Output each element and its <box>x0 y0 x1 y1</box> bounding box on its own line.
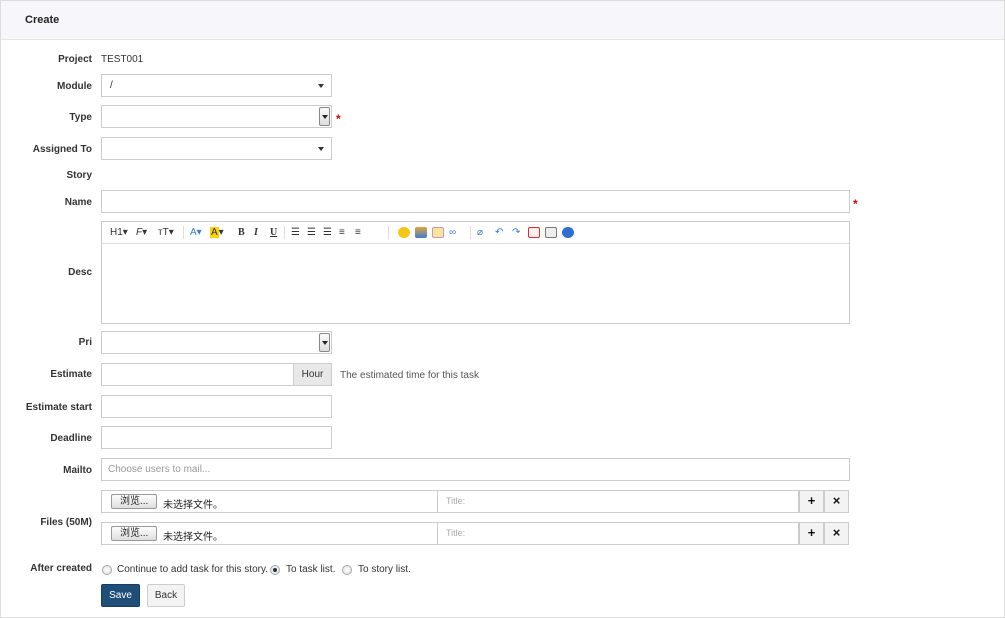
align-left-icon[interactable]: ☰ <box>291 226 300 240</box>
add-file-button[interactable]: + <box>799 522 824 545</box>
toolbar-divider <box>388 226 389 239</box>
files-label: Files (50M) <box>40 517 92 528</box>
mailto-input[interactable]: Choose users to mail... <box>101 458 850 481</box>
file-status: 未选择文件。 <box>163 500 223 511</box>
radio-task-list[interactable] <box>270 565 280 575</box>
radio-continue-label[interactable]: Continue to add task for this story. <box>117 564 268 575</box>
unordered-list-icon[interactable]: ≡ <box>355 226 361 240</box>
font-color-button[interactable]: A▾ <box>190 226 202 240</box>
estimate-start-label: Estimate start <box>25 402 92 413</box>
file-status: 未选择文件。 <box>163 532 223 543</box>
editor-toolbar: H1▾ F▾ тT▾ A▾ A▾ B I U ☰ ☰ ☰ ≡ ≡ ∞ ⌀ ↶ ↷ <box>102 222 849 244</box>
file-title-input[interactable]: Title: <box>438 490 799 513</box>
chevron-down-icon <box>318 147 324 151</box>
undo-icon[interactable]: ↶ <box>495 226 503 240</box>
media-icon[interactable] <box>432 227 444 238</box>
underline-button[interactable]: U <box>270 226 277 240</box>
align-center-icon[interactable]: ☰ <box>307 226 316 240</box>
italic-button[interactable]: I <box>254 226 258 240</box>
pri-select[interactable] <box>101 331 332 354</box>
radio-task-list-label[interactable]: To task list. <box>286 564 335 575</box>
emoticon-icon[interactable] <box>398 227 410 238</box>
remove-file-button[interactable]: × <box>824 490 849 513</box>
assigned-to-select[interactable] <box>101 137 332 160</box>
panel-header: Create <box>1 1 1004 40</box>
module-selected-value: / <box>110 80 113 91</box>
toolbar-divider <box>284 226 285 239</box>
file-title-input[interactable]: Title: <box>438 522 799 545</box>
project-value: TEST001 <box>101 54 144 65</box>
align-right-icon[interactable]: ☰ <box>323 226 332 240</box>
ordered-list-icon[interactable]: ≡ <box>339 226 345 240</box>
radio-story-list[interactable] <box>342 565 352 575</box>
estimate-unit: Hour <box>294 363 332 386</box>
help-icon[interactable] <box>562 227 574 238</box>
toolbar-divider <box>183 226 184 239</box>
radio-continue[interactable] <box>102 565 112 575</box>
type-label: Type <box>69 112 92 123</box>
required-marker: * <box>336 112 341 126</box>
required-marker: * <box>853 197 858 211</box>
desc-editor[interactable]: H1▾ F▾ тT▾ A▾ A▾ B I U ☰ ☰ ☰ ≡ ≡ ∞ ⌀ ↶ ↷ <box>101 221 850 324</box>
estimate-start-input[interactable] <box>101 395 332 418</box>
project-label: Project <box>58 54 92 65</box>
font-size-button[interactable]: тT▾ <box>158 226 174 240</box>
fullscreen-icon[interactable] <box>528 227 540 238</box>
radio-story-list-label[interactable]: To story list. <box>358 564 411 575</box>
font-family-button[interactable]: F▾ <box>136 226 147 240</box>
module-select[interactable]: / <box>101 74 332 97</box>
file-input-row: 浏览... 未选择文件。 <box>101 490 438 513</box>
create-panel: Create Project TEST001 Module / Type * A… <box>0 0 1005 618</box>
toolbar-divider <box>470 226 471 239</box>
type-select[interactable] <box>101 105 332 128</box>
save-button[interactable]: Save <box>101 584 140 607</box>
file-input-row: 浏览... 未选择文件。 <box>101 522 438 545</box>
assigned-to-label: Assigned To <box>32 144 92 155</box>
eraser-icon[interactable]: ⌀ <box>477 226 483 240</box>
page-title: Create <box>25 14 60 26</box>
browse-button[interactable]: 浏览... <box>111 526 158 541</box>
redo-icon[interactable]: ↷ <box>512 226 520 240</box>
back-button[interactable]: Back <box>147 584 185 607</box>
browse-button[interactable]: 浏览... <box>111 494 158 509</box>
background-color-button[interactable]: A▾ <box>210 226 224 240</box>
dropdown-arrow-icon <box>319 107 330 126</box>
deadline-label: Deadline <box>50 433 92 444</box>
mailto-label: Mailto <box>63 465 92 476</box>
bold-button[interactable]: B <box>238 226 245 240</box>
deadline-input[interactable] <box>101 426 332 449</box>
remove-file-button[interactable]: × <box>824 522 849 545</box>
pri-label: Pri <box>78 337 92 348</box>
dropdown-arrow-icon <box>319 333 330 352</box>
desc-label: Desc <box>68 267 92 278</box>
name-label: Name <box>64 197 92 208</box>
chevron-down-icon <box>318 84 324 88</box>
add-file-button[interactable]: + <box>799 490 824 513</box>
link-icon[interactable]: ∞ <box>449 226 456 240</box>
after-created-label: After created <box>30 563 92 574</box>
heading-button[interactable]: H1▾ <box>110 226 128 240</box>
estimate-label: Estimate <box>50 369 92 380</box>
module-label: Module <box>57 81 92 92</box>
image-icon[interactable] <box>415 227 427 238</box>
estimate-hint: The estimated time for this task <box>340 370 479 381</box>
name-input[interactable] <box>101 190 850 213</box>
source-code-icon[interactable] <box>545 227 557 238</box>
story-label: Story <box>66 170 92 181</box>
estimate-input[interactable] <box>101 363 294 386</box>
